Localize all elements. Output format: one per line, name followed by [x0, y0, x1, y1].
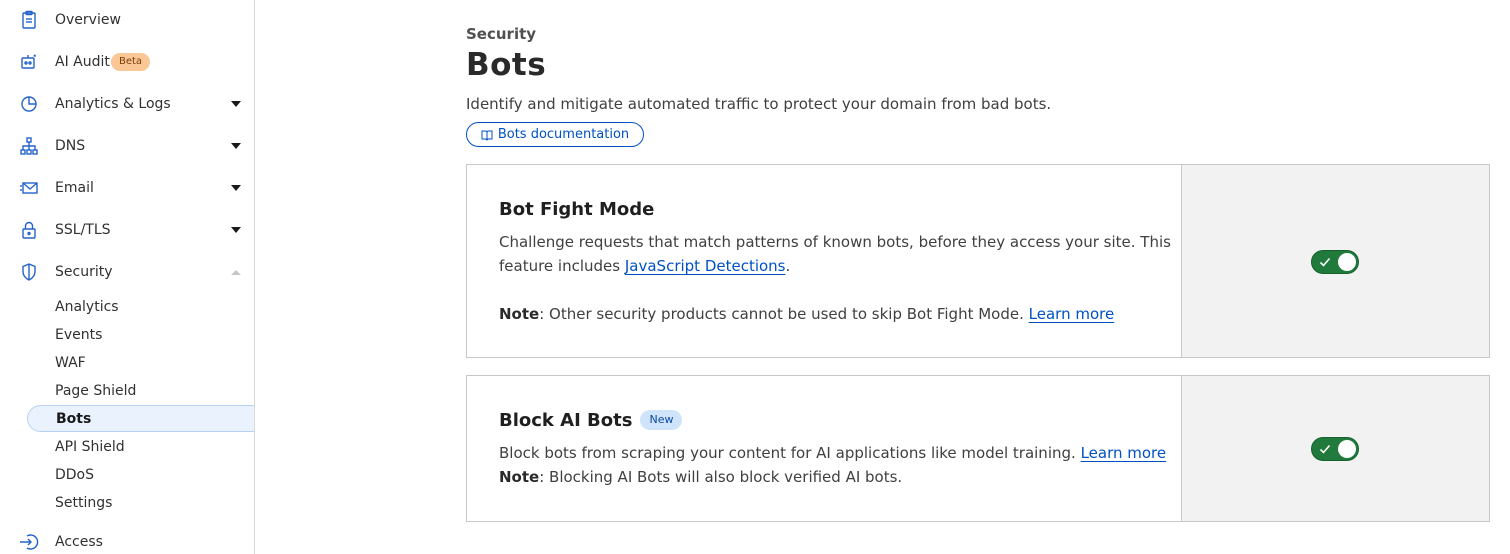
sidebar-subitem-label: Page Shield — [55, 382, 137, 399]
sidebar-item-label: SSL/TLS — [55, 222, 111, 238]
card-text: . — [785, 257, 791, 275]
chevron-down-icon — [231, 227, 241, 233]
page-title: Bots — [466, 47, 547, 83]
sidebar-item-analytics-logs[interactable]: Analytics & Logs — [0, 89, 254, 119]
sidebar-subitem-label: Analytics — [55, 298, 119, 315]
card-description-line: Challenge requests that match patterns o… — [499, 233, 1171, 251]
section-eyebrow: Security — [466, 25, 537, 43]
sidebar-subitem-label: WAF — [55, 354, 86, 371]
card-title: Block AI Bots New — [499, 410, 683, 431]
sidebar-item-label: DNS — [55, 138, 86, 154]
bot-fight-mode-toggle[interactable] — [1311, 250, 1359, 274]
sidebar-subitem-bots[interactable]: Bots — [27, 405, 254, 432]
chevron-down-icon — [231, 101, 241, 107]
card-note: Note: Other security products cannot be … — [499, 302, 1114, 326]
chevron-down-icon — [231, 185, 241, 191]
sidebar-item-ssl-tls[interactable]: SSL/TLS — [0, 215, 254, 245]
card-text: Block bots from scraping your content fo… — [499, 444, 1081, 462]
sidebar-subitem-label: Settings — [55, 494, 113, 511]
card-toggle-panel — [1181, 376, 1489, 521]
block-ai-bots-card: Block AI Bots New Block bots from scrapin… — [466, 375, 1490, 522]
lock-icon — [19, 220, 39, 240]
sidebar-item-access[interactable]: Access — [0, 527, 254, 554]
sidebar-subitem-label: DDoS — [55, 466, 95, 483]
card-title: Bot Fight Mode — [499, 199, 655, 220]
beta-badge: Beta — [111, 53, 151, 71]
javascript-detections-link[interactable]: JavaScript Detections — [625, 257, 786, 275]
sidebar-subitem-events[interactable]: Events — [27, 321, 254, 348]
check-icon — [1319, 444, 1331, 454]
pie-chart-icon — [19, 94, 39, 114]
sidebar-item-label: Analytics & Logs — [55, 96, 171, 112]
sidebar-subitem-analytics[interactable]: Analytics — [27, 293, 254, 320]
sidebar-subitem-label: Events — [55, 326, 103, 343]
learn-more-link[interactable]: Learn more — [1081, 444, 1167, 462]
email-icon — [19, 178, 39, 198]
note-label: Note — [499, 468, 540, 486]
chevron-up-icon — [231, 269, 241, 275]
network-icon — [19, 136, 39, 156]
note-text: : Blocking AI Bots will also block verif… — [539, 468, 903, 486]
sidebar-item-dns[interactable]: DNS — [0, 131, 254, 161]
sidebar-subitem-page-shield[interactable]: Page Shield — [27, 377, 254, 404]
note-text: : Other security products cannot be used… — [539, 305, 1029, 323]
shield-icon — [19, 262, 39, 282]
block-ai-bots-toggle[interactable] — [1311, 437, 1359, 461]
card-description-line: Block bots from scraping your content fo… — [499, 441, 1166, 465]
clipboard-icon — [19, 10, 39, 30]
card-title-text: Block AI Bots — [499, 410, 633, 431]
card-description-line: feature includes JavaScript Detections. — [499, 254, 790, 278]
sidebar-subitem-waf[interactable]: WAF — [27, 349, 254, 376]
note-label: Note — [499, 305, 540, 323]
sidebar-item-ai-audit[interactable]: AI Audit Beta — [0, 47, 254, 77]
card-text: feature includes — [499, 257, 625, 275]
sidebar-item-label: AI Audit — [55, 54, 110, 70]
chevron-down-icon — [231, 143, 241, 149]
sidebar-item-label: Security — [55, 264, 113, 280]
toggle-knob — [1338, 253, 1356, 271]
toggle-knob — [1338, 440, 1356, 458]
learn-more-link[interactable]: Learn more — [1029, 305, 1115, 323]
book-icon — [481, 130, 493, 141]
sidebar-item-overview[interactable]: Overview — [0, 5, 254, 35]
sidebar-item-email[interactable]: Email — [0, 173, 254, 203]
robot-icon — [19, 52, 39, 72]
sidebar-subitem-api-shield[interactable]: API Shield — [27, 433, 254, 460]
card-note: Note: Blocking AI Bots will also block v… — [499, 465, 902, 489]
sign-in-icon — [19, 532, 39, 552]
sidebar-subitem-ddos[interactable]: DDoS — [27, 461, 254, 488]
sidebar-item-label: Overview — [55, 12, 121, 28]
sidebar: Overview AI Audit Beta Analytics & Logs … — [0, 0, 255, 554]
page-description: Identify and mitigate automated traffic … — [466, 95, 1052, 113]
sidebar-item-label: Email — [55, 180, 94, 196]
card-toggle-panel — [1181, 165, 1489, 357]
sidebar-item-security[interactable]: Security — [0, 257, 254, 287]
sidebar-subitem-label: API Shield — [55, 438, 125, 455]
sidebar-subitem-label: Bots — [56, 410, 92, 427]
new-badge: New — [640, 410, 683, 430]
bots-documentation-label: Bots documentation — [497, 127, 630, 142]
sidebar-item-label: Access — [55, 534, 103, 550]
check-icon — [1319, 257, 1331, 267]
bot-fight-mode-card: Bot Fight Mode Challenge requests that m… — [466, 164, 1490, 358]
sidebar-subitem-settings[interactable]: Settings — [27, 489, 254, 516]
bots-documentation-button[interactable]: Bots documentation — [466, 122, 644, 147]
